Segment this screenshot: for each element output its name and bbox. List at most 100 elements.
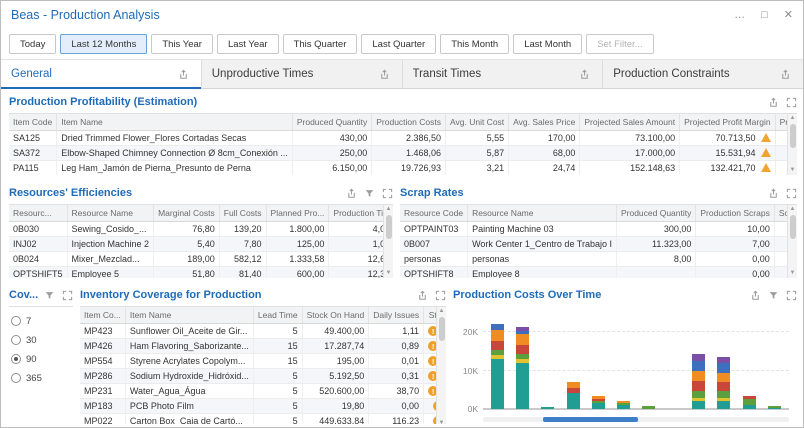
table-row[interactable]: 0B030Sewing_Cosido_...76,80139,201.800,0… <box>9 221 393 236</box>
export-icon[interactable] <box>768 188 779 199</box>
stacked-bar[interactable] <box>743 396 756 409</box>
column-header-planned-pro[interactable]: Planned Pro... <box>266 205 329 221</box>
expand-icon[interactable] <box>382 188 393 199</box>
filter-icon[interactable] <box>768 290 779 301</box>
export-icon[interactable] <box>178 69 189 80</box>
scroll-down-icon[interactable]: ▼ <box>790 167 796 174</box>
scroll-up-icon[interactable]: ▲ <box>439 308 445 315</box>
tab-general[interactable]: General <box>1 60 202 88</box>
stacked-bar[interactable] <box>592 396 605 409</box>
column-header-resourc[interactable]: Resourc... <box>9 205 67 221</box>
column-header-item-name[interactable]: Item Name <box>125 307 253 323</box>
column-header-resource-code[interactable]: Resource Code <box>400 205 468 221</box>
column-header-stock-on-hand[interactable]: Stock On Hand <box>302 307 369 323</box>
column-header-produced-quantity[interactable]: Produced Quantity <box>292 114 371 130</box>
table-row[interactable]: MP183PCB Photo Film519,800,00!8.910,00 <box>80 398 446 413</box>
column-header-lead-time[interactable]: Lead Time <box>253 307 302 323</box>
table-row[interactable]: OPTPAINT03Painting Machine 03300,0010,00… <box>400 221 797 236</box>
expand-icon[interactable] <box>786 290 797 301</box>
export-icon[interactable] <box>768 97 779 108</box>
table-row[interactable]: SA125Dried Trimmed Flower_Flores Cortada… <box>9 130 797 145</box>
window-maximize-button[interactable]: □ <box>761 10 768 21</box>
table-row[interactable]: personaspersonas8,000,00✓%0,00 <box>400 251 797 266</box>
scroll-up-icon[interactable]: ▲ <box>790 206 796 213</box>
column-header-production-scraps[interactable]: Production Scraps <box>696 205 774 221</box>
window-close-button[interactable]: ✕ <box>784 10 793 21</box>
table-row[interactable]: PA115Leg Ham_Jamón de Pierna_Presunto de… <box>9 160 797 175</box>
chart-scrollbar[interactable] <box>483 417 789 422</box>
window-menu-button[interactable]: … <box>734 10 745 21</box>
stacked-bar[interactable] <box>717 357 730 409</box>
scrollbar-thumb[interactable] <box>386 215 392 239</box>
filter-icon[interactable] <box>364 188 375 199</box>
stacked-bar[interactable] <box>516 327 529 409</box>
table-row[interactable]: 0B024Mixer_Mezclad...189,00582,121.333,5… <box>9 251 393 266</box>
filter-button-last-month[interactable]: Last Month <box>513 34 582 54</box>
export-icon[interactable] <box>780 69 791 80</box>
column-header-item-code[interactable]: Item Code <box>9 114 57 130</box>
filter-button-this-year[interactable]: This Year <box>151 34 213 54</box>
column-header-avg-sales-price[interactable]: Avg. Sales Price <box>509 114 580 130</box>
export-icon[interactable] <box>417 290 428 301</box>
export-icon[interactable] <box>346 188 357 199</box>
table-row[interactable]: MP022Carton Box_Caja de Cartó...5449.633… <box>80 413 446 424</box>
filter-icon[interactable] <box>44 290 55 301</box>
scrollbar-thumb[interactable] <box>790 124 796 148</box>
scroll-up-icon[interactable]: ▲ <box>790 115 796 122</box>
tab-transit-times[interactable]: Transit Times <box>403 60 604 88</box>
table-row[interactable]: MP423Sunflower Oil_Aceite de Gir...549.4… <box>80 323 446 338</box>
column-header-item-name[interactable]: Item Name <box>57 114 293 130</box>
column-header-production-costs[interactable]: Production Costs <box>372 114 446 130</box>
export-icon[interactable] <box>579 69 590 80</box>
scrollbar-thumb[interactable] <box>439 317 445 341</box>
scroll-down-icon[interactable]: ▼ <box>386 270 392 277</box>
stacked-bar[interactable] <box>617 401 630 409</box>
scroll-down-icon[interactable]: ▼ <box>439 420 445 424</box>
stacked-bar[interactable] <box>541 407 554 409</box>
column-header-projected-profit-margin[interactable]: Projected Profit Margin <box>680 114 775 130</box>
filter-button-this-month[interactable]: This Month <box>440 34 509 54</box>
tab-production-constraints[interactable]: Production Constraints <box>603 60 803 88</box>
export-icon[interactable] <box>379 69 390 80</box>
table-row[interactable]: 0B007Work Center 1_Centro de Trabajo I11… <box>400 236 797 251</box>
column-header-avg-unit-cost[interactable]: Avg. Unit Cost <box>445 114 508 130</box>
stacked-bar[interactable] <box>692 354 705 409</box>
filter-button-set-filter[interactable]: Set Filter... <box>586 34 653 54</box>
scrollbar-thumb[interactable] <box>790 215 796 239</box>
stacked-bar[interactable] <box>768 406 781 409</box>
coverage-option-7[interactable]: 7 <box>11 313 71 329</box>
vertical-scrollbar[interactable]: ▲▼ <box>787 205 797 278</box>
chart-scrollbar-thumb[interactable] <box>543 417 638 422</box>
column-header-full-costs[interactable]: Full Costs <box>219 205 266 221</box>
column-header-produced-quantity[interactable]: Produced Quantity <box>616 205 695 221</box>
column-header-resource-name[interactable]: Resource Name <box>67 205 154 221</box>
table-row[interactable]: MP426Ham Flavoring_Saborizante...1517.28… <box>80 338 446 353</box>
table-row[interactable]: INJ02Injection Machine 25,407,80125,001,… <box>9 236 393 251</box>
filter-button-last-12-months[interactable]: Last 12 Months <box>60 34 147 54</box>
column-header-item-co[interactable]: Item Co... <box>80 307 125 323</box>
column-header-marginal-costs[interactable]: Marginal Costs <box>154 205 220 221</box>
stacked-bar[interactable] <box>491 324 504 409</box>
coverage-option-365[interactable]: 365 <box>11 370 71 386</box>
column-header-resource-name[interactable]: Resource Name <box>468 205 617 221</box>
filter-button-last-quarter[interactable]: Last Quarter <box>361 34 436 54</box>
vertical-scrollbar[interactable]: ▲▼ <box>436 307 446 424</box>
coverage-option-90[interactable]: 90 <box>11 351 71 367</box>
stacked-bar[interactable] <box>642 406 655 410</box>
scroll-down-icon[interactable]: ▼ <box>790 270 796 277</box>
vertical-scrollbar[interactable]: ▲▼ <box>383 205 393 278</box>
tab-unproductive-times[interactable]: Unproductive Times <box>202 60 403 88</box>
filter-button-last-year[interactable]: Last Year <box>217 34 279 54</box>
expand-icon[interactable] <box>62 290 73 301</box>
filter-button-this-quarter[interactable]: This Quarter <box>283 34 358 54</box>
expand-icon[interactable] <box>435 290 446 301</box>
column-header-daily-issues[interactable]: Daily Issues <box>369 307 424 323</box>
filter-button-today[interactable]: Today <box>9 34 56 54</box>
stacked-bar[interactable] <box>567 382 580 409</box>
table-row[interactable]: MP286Sodium Hydroxide_Hidróxid...55.192,… <box>80 368 446 383</box>
table-row[interactable]: MP231Water_Agua_Água5520.600,0038,70!13.… <box>80 383 446 398</box>
table-row[interactable]: SA372Elbow-Shaped Chimney Connection Ø 8… <box>9 145 797 160</box>
vertical-scrollbar[interactable]: ▲▼ <box>787 114 797 175</box>
table-row[interactable]: MP554Styrene Acrylates Copolym...15195,0… <box>80 353 446 368</box>
column-header-projected-sales-amount[interactable]: Projected Sales Amount <box>580 114 680 130</box>
